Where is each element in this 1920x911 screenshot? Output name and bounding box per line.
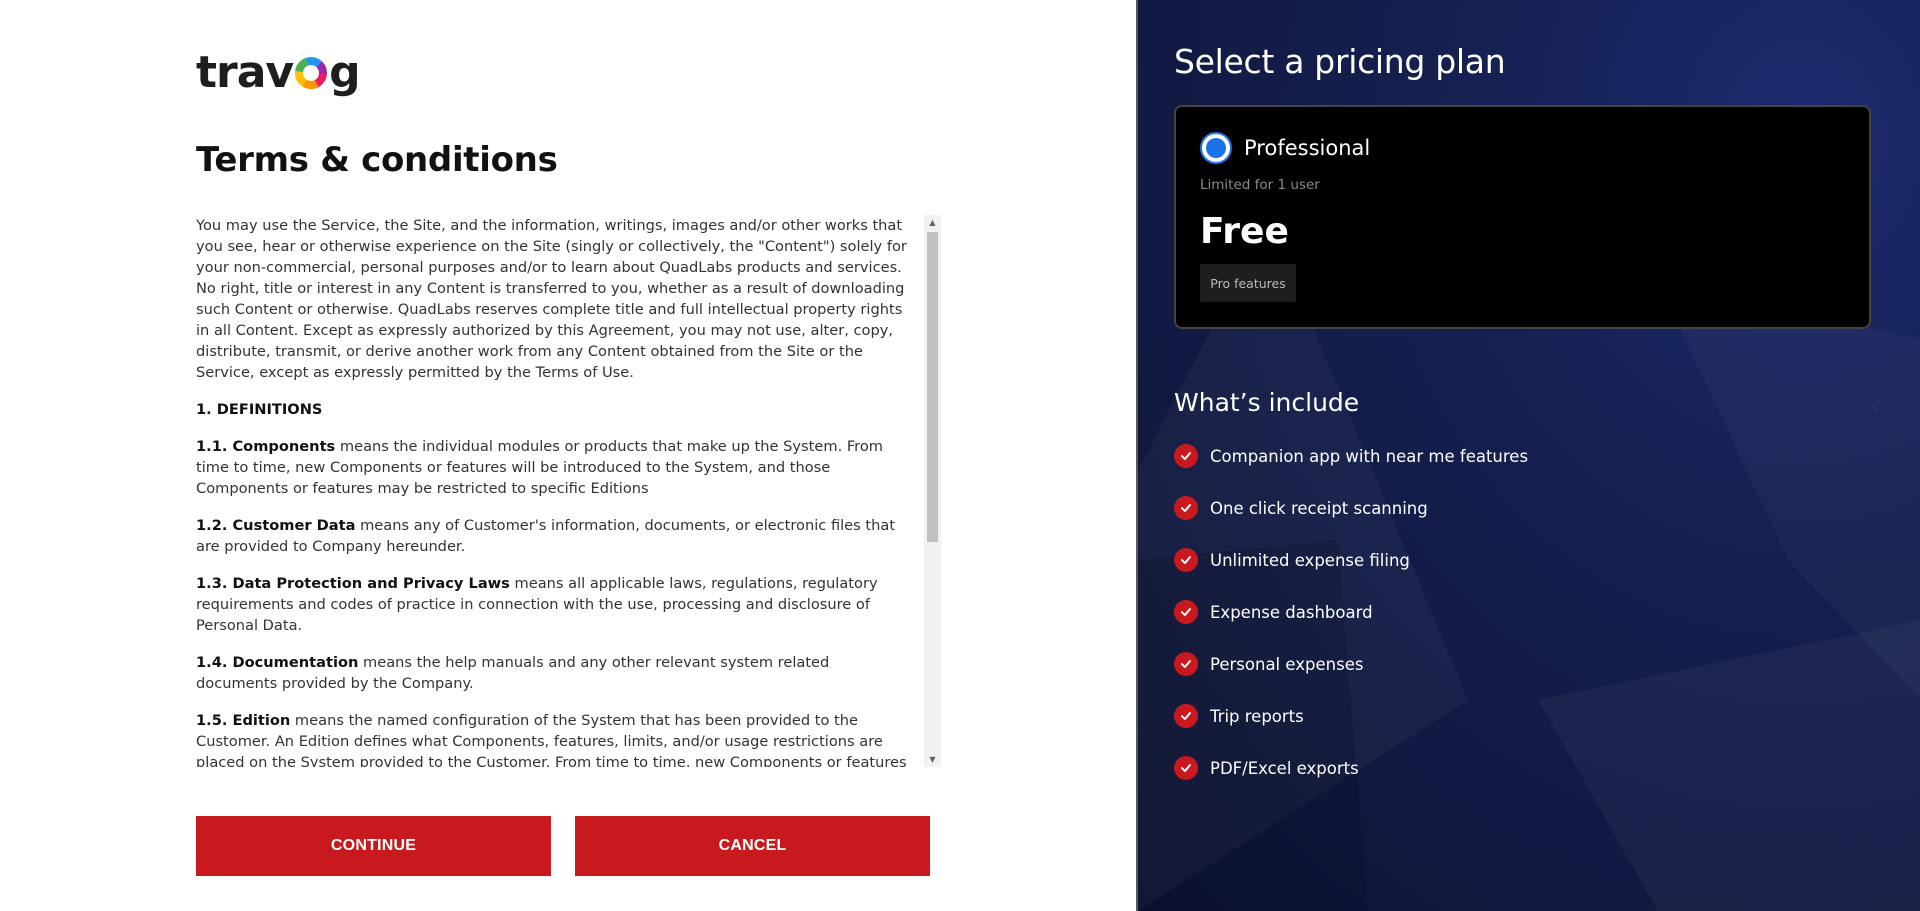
plan-radio[interactable] bbox=[1200, 132, 1232, 164]
feature-item: Personal expenses bbox=[1174, 638, 1528, 690]
feature-label: Unlimited expense filing bbox=[1210, 550, 1410, 570]
logo-ring-icon bbox=[295, 57, 328, 89]
travog-logo: trav g bbox=[196, 47, 361, 98]
pricing-title: Select a pricing plan bbox=[1174, 42, 1506, 81]
close-icon[interactable]: ✕ bbox=[1864, 396, 1881, 420]
scroll-up-arrow-icon[interactable]: ▲ bbox=[924, 215, 941, 230]
pro-features-button[interactable]: Pro features bbox=[1200, 264, 1296, 302]
plan-card-professional[interactable]: Professional Limited for 1 user Free Pro… bbox=[1174, 105, 1871, 329]
feature-list: Companion app with near me features One … bbox=[1174, 430, 1528, 794]
feature-label: Trip reports bbox=[1210, 706, 1304, 726]
definition-item: 1.4. Documentation means the help manual… bbox=[196, 654, 830, 692]
cancel-button[interactable]: CANCEL bbox=[575, 816, 930, 876]
check-circle-icon bbox=[1174, 444, 1198, 468]
terms-scroll-area[interactable]: You may use the Service, the Site, and t… bbox=[196, 215, 941, 767]
pricing-panel: Select a pricing plan Professional Limit… bbox=[1136, 0, 1920, 911]
feature-item: Expense dashboard bbox=[1174, 586, 1528, 638]
feature-label: Expense dashboard bbox=[1210, 602, 1373, 622]
feature-item: Trip reports bbox=[1174, 690, 1528, 742]
feature-label: One click receipt scanning bbox=[1210, 498, 1428, 518]
feature-item: One click receipt scanning bbox=[1174, 482, 1528, 534]
plan-price: Free bbox=[1200, 211, 1289, 252]
feature-item: Unlimited expense filing bbox=[1174, 534, 1528, 586]
definitions-heading: 1. DEFINITIONS bbox=[196, 401, 323, 418]
scroll-down-arrow-icon[interactable]: ▼ bbox=[924, 752, 941, 767]
plan-limit: Limited for 1 user bbox=[1200, 177, 1320, 193]
logo-text-start: trav bbox=[196, 47, 294, 98]
terms-content: You may use the Service, the Site, and t… bbox=[196, 215, 911, 767]
feature-item: Companion app with near me features bbox=[1174, 430, 1528, 482]
definition-item: 1.5. Edition means the named configurati… bbox=[196, 712, 907, 767]
definition-item: 1.1. Components means the individual mod… bbox=[196, 438, 884, 497]
terms-scrollbar[interactable]: ▲ ▼ bbox=[924, 215, 941, 767]
check-circle-icon bbox=[1174, 496, 1198, 520]
feature-label: Companion app with near me features bbox=[1210, 446, 1529, 466]
plan-name: Professional bbox=[1244, 136, 1371, 160]
feature-label: Personal expenses bbox=[1210, 654, 1364, 674]
terms-panel: trav g Terms & conditions You may use th… bbox=[0, 0, 1136, 911]
check-circle-icon bbox=[1174, 756, 1198, 780]
check-circle-icon bbox=[1174, 652, 1198, 676]
check-circle-icon bbox=[1174, 548, 1198, 572]
page-title: Terms & conditions bbox=[196, 140, 558, 180]
radio-selected-dot bbox=[1206, 138, 1226, 158]
include-title: What’s include bbox=[1174, 388, 1360, 417]
check-circle-icon bbox=[1174, 600, 1198, 624]
logo-text-end: g bbox=[329, 47, 360, 98]
feature-item: PDF/Excel exports bbox=[1174, 742, 1528, 794]
definition-item: 1.2. Customer Data means any of Customer… bbox=[196, 517, 896, 555]
definition-item: 1.3. Data Protection and Privacy Laws me… bbox=[196, 575, 878, 634]
feature-label: PDF/Excel exports bbox=[1210, 758, 1359, 778]
terms-intro: You may use the Service, the Site, and t… bbox=[196, 217, 907, 381]
continue-button[interactable]: CONTINUE bbox=[196, 816, 551, 876]
scrollbar-thumb[interactable] bbox=[927, 232, 938, 542]
check-circle-icon bbox=[1174, 704, 1198, 728]
